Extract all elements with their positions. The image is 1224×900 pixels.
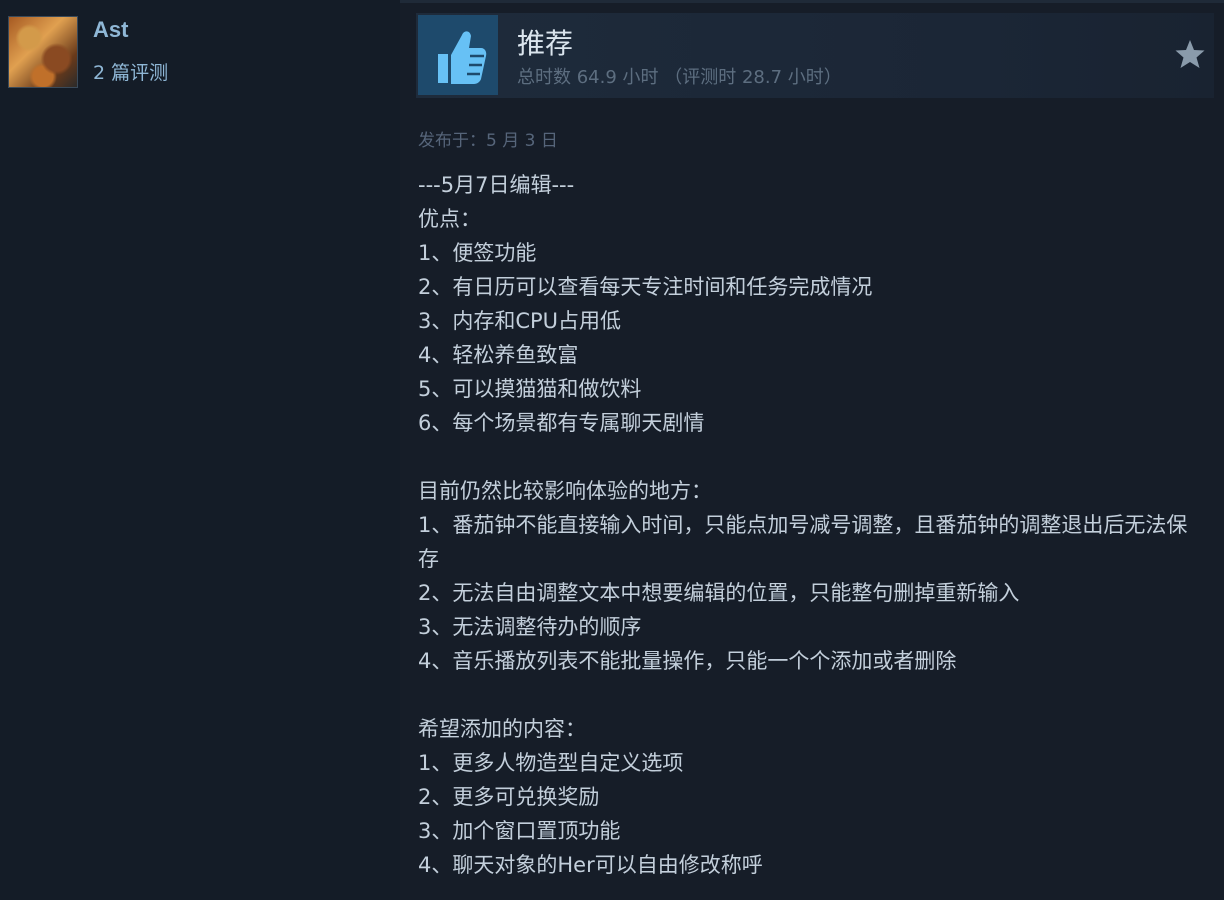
cons-heading: 目前仍然比较影响体验的地方： xyxy=(418,479,712,503)
wishlist-heading: 希望添加的内容： xyxy=(418,717,586,741)
playtime-hours: 总时数 64.9 小时 （评测时 28.7 小时） xyxy=(517,67,842,88)
list-item: 2、更多可兑换奖励 xyxy=(418,785,600,809)
list-item: 5、可以摸猫猫和做饮料 xyxy=(418,377,642,401)
thumbs-up-icon xyxy=(418,15,498,95)
list-item: 1、番茄钟不能直接输入时间，只能点加号减号调整，且番茄钟的调整退出后无法保存 xyxy=(418,513,1188,571)
list-item: 6、每个场景都有专属聊天剧情 xyxy=(418,411,705,435)
recommendation-title: 推荐 xyxy=(517,27,574,60)
list-item: 4、聊天对象的Her可以自由修改称呼 xyxy=(418,853,763,877)
author-name[interactable]: Ast xyxy=(93,17,128,43)
avatar[interactable] xyxy=(8,16,78,88)
posted-date: 发布于：5 月 3 日 xyxy=(418,131,558,151)
list-item: 3、内存和CPU占用低 xyxy=(418,309,622,333)
list-item: 4、轻松养鱼致富 xyxy=(418,343,579,367)
list-item: 1、便签功能 xyxy=(418,241,537,265)
review-count-link[interactable]: 2 篇评测 xyxy=(93,58,168,85)
edit-note: ---5月7日编辑--- xyxy=(418,173,575,197)
author-panel: Ast 2 篇评测 xyxy=(0,0,400,900)
pros-heading: 优点： xyxy=(418,207,481,231)
list-item: 2、有日历可以查看每天专注时间和任务完成情况 xyxy=(418,275,873,299)
list-item: 2、无法自由调整文本中想要编辑的位置，只能整句删掉重新输入 xyxy=(418,581,1020,605)
review-body: ---5月7日编辑--- 优点： 1、便签功能 2、有日历可以查看每天专注时间和… xyxy=(418,168,1208,882)
list-item: 3、无法调整待办的顺序 xyxy=(418,615,642,639)
list-item: 3、加个窗口置顶功能 xyxy=(418,819,621,843)
list-item: 4、音乐播放列表不能批量操作，只能一个个添加或者删除 xyxy=(418,649,957,673)
list-item: 1、更多人物造型自定义选项 xyxy=(418,751,684,775)
star-icon[interactable] xyxy=(1174,38,1206,70)
